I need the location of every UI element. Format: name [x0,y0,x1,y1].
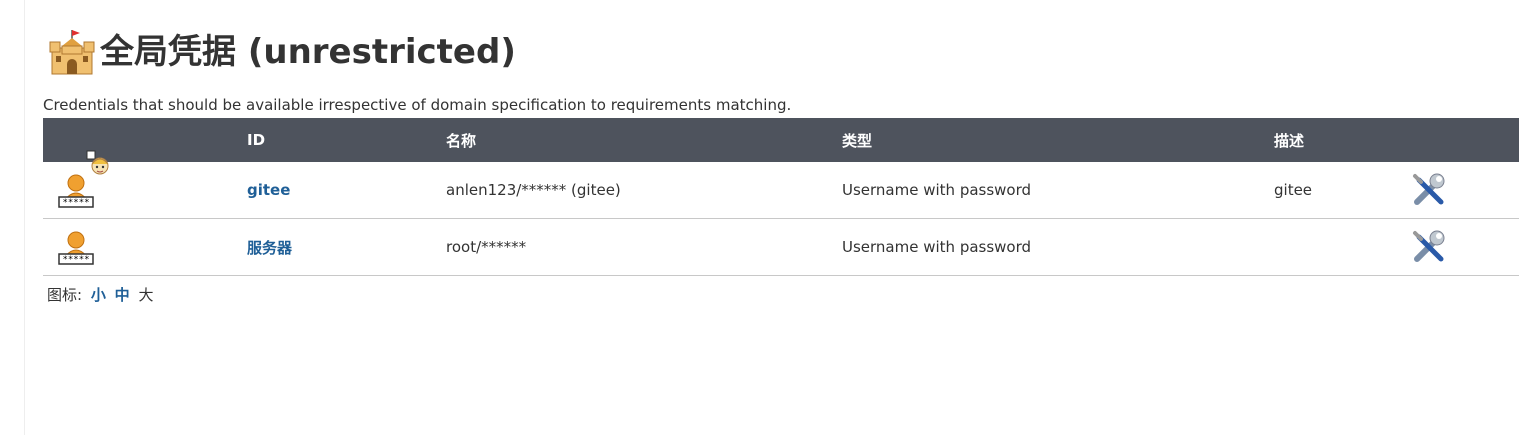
header-description[interactable]: 描述 [1274,118,1411,162]
configure-icon[interactable] [1411,172,1447,208]
credentials-table: ID 名称 类型 描述 ***** gitee anlen123/****** … [43,118,1519,276]
user-password-icon: ***** [58,231,94,265]
credential-icon-cell: ***** [43,162,247,219]
castle-icon [49,30,95,75]
header-id[interactable]: ID [247,118,446,162]
icon-size-large-current: 大 [138,286,154,304]
credential-id-link[interactable]: 服务器 [247,239,292,257]
icon-size-medium-link[interactable]: 中 [115,286,130,304]
credential-description: gitee [1274,162,1411,219]
icon-size-small-link[interactable]: 小 [91,286,106,304]
page-header: 全局凭据 (unrestricted) [48,26,516,78]
credential-description [1274,218,1411,276]
table-row: ***** gitee anlen123/****** (gitee) User… [43,162,1519,219]
header-type[interactable]: 类型 [842,118,1274,162]
header-icon [43,118,247,162]
header-name[interactable]: 名称 [446,118,842,162]
table-row: ***** 服务器 root/****** Username with pass… [43,218,1519,276]
credential-name: root/****** [446,218,842,276]
svg-text:*****: ***** [62,255,89,265]
page-description: Credentials that should be available irr… [43,96,792,114]
table-header-row: ID 名称 类型 描述 [43,118,1519,162]
icon-size-label: 图标: [47,286,83,304]
configure-icon[interactable] [1411,229,1447,265]
credential-id-link[interactable]: gitee [247,181,290,199]
icon-size-selector: 图标: 小 中 大 [47,284,153,305]
credential-icon-cell: ***** [43,218,247,276]
credential-type: Username with password [842,218,1274,276]
left-divider [24,0,25,435]
header-actions [1411,118,1519,162]
credential-type: Username with password [842,162,1274,219]
credential-name: anlen123/****** (gitee) [446,162,842,219]
page-title: 全局凭据 (unrestricted) [100,32,516,72]
svg-text:*****: ***** [62,198,89,208]
mouse-cursor-icon [86,150,109,175]
